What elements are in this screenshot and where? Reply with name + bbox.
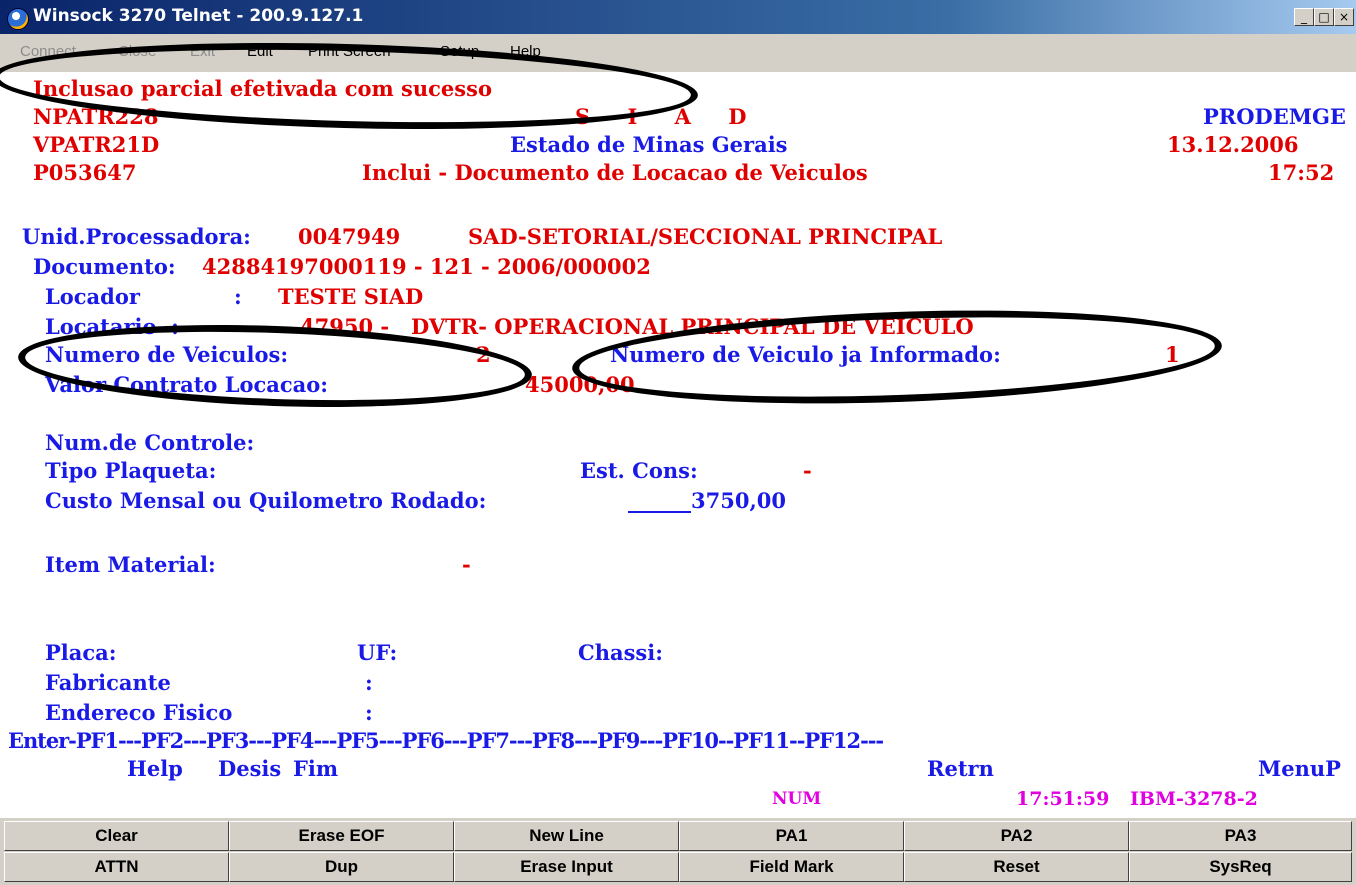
maximize-button[interactable]: □ xyxy=(1314,8,1334,26)
endereco-label: Endereco Fisico xyxy=(45,700,233,725)
screen-id: VPATR21D xyxy=(33,132,160,157)
pf-key-line: Enter-PF1---PF2---PF3---PF4---PF5---PF6-… xyxy=(8,728,884,753)
time: 17:52 xyxy=(1268,160,1335,185)
keypad: Clear Erase EOF New Line PA1 PA2 PA3 ATT… xyxy=(0,816,1356,885)
dup-key[interactable]: Dup xyxy=(229,852,454,882)
pa3-key[interactable]: PA3 xyxy=(1129,821,1352,851)
locador-label: Locador xyxy=(45,284,140,309)
field-mark-key[interactable]: Field Mark xyxy=(679,852,904,882)
pf12-menup: MenuP xyxy=(1258,756,1341,781)
plaqueta-label: Tipo Plaqueta: xyxy=(45,458,217,483)
function-title: Inclui - Documento de Locacao de Veiculo… xyxy=(362,160,868,185)
reset-key[interactable]: Reset xyxy=(904,852,1129,882)
documento-value: 42884197000119 - 121 - 2006/000002 xyxy=(202,254,651,279)
new-line-key[interactable]: New Line xyxy=(454,821,679,851)
pa1-key[interactable]: PA1 xyxy=(679,821,904,851)
pf9-retrn: Retrn xyxy=(927,756,994,781)
num-lock-indicator: NUM xyxy=(772,789,822,809)
org-name: PRODEMGE xyxy=(1203,104,1346,129)
date: 13.12.2006 xyxy=(1167,132,1299,157)
unid-name: SAD-SETORIAL/SECCIONAL PRINCIPAL xyxy=(468,224,943,249)
custo-input[interactable]: ______3750,00 xyxy=(628,486,786,516)
unid-code: 0047949 xyxy=(298,224,401,249)
uf-label: UF: xyxy=(357,640,398,665)
pa2-key[interactable]: PA2 xyxy=(904,821,1129,851)
endereco-separator: : xyxy=(365,700,373,725)
attn-key[interactable]: ATTN xyxy=(4,852,229,882)
status-clock: 17:51:59 xyxy=(1016,788,1110,810)
item-material-label: Item Material: xyxy=(45,552,216,577)
fabricante-label: Fabricante xyxy=(45,670,171,695)
unid-label: Unid.Processadora: xyxy=(22,224,251,249)
pf1-help: Help xyxy=(127,756,183,781)
pf2-desis: Desis xyxy=(218,756,282,781)
terminal-screen[interactable]: Inclusao parcial efetivada com sucesso N… xyxy=(0,34,1356,816)
controle-label: Num.de Controle: xyxy=(45,430,255,455)
est-cons-value: - xyxy=(803,458,812,483)
placa-label: Placa: xyxy=(45,640,117,665)
documento-label: Documento: xyxy=(33,254,176,279)
pf3-fim: Fim xyxy=(293,756,339,781)
winsock-app-icon[interactable] xyxy=(7,8,29,30)
terminal-type: IBM-3278-2 xyxy=(1130,788,1258,810)
window-title: Winsock 3270 Telnet - 200.9.127.1 xyxy=(33,6,364,26)
clear-key[interactable]: Clear xyxy=(4,821,229,851)
chassi-label: Chassi: xyxy=(578,640,663,665)
est-cons-label: Est. Cons: xyxy=(580,458,698,483)
close-button[interactable]: × xyxy=(1334,8,1354,26)
erase-eof-key[interactable]: Erase EOF xyxy=(229,821,454,851)
sysreq-key[interactable]: SysReq xyxy=(1129,852,1352,882)
locador-separator: : xyxy=(234,284,242,309)
fabricante-separator: : xyxy=(365,670,373,695)
title-bar: Winsock 3270 Telnet - 200.9.127.1 _ □ × xyxy=(0,0,1356,34)
erase-input-key[interactable]: Erase Input xyxy=(454,852,679,882)
item-material-value[interactable]: - xyxy=(462,550,471,580)
state-name: Estado de Minas Gerais xyxy=(510,132,788,157)
locador-value: TESTE SIAD xyxy=(278,284,424,309)
custo-label: Custo Mensal ou Quilometro Rodado: xyxy=(45,488,487,513)
user-id: P053647 xyxy=(33,160,137,185)
minimize-button[interactable]: _ xyxy=(1294,8,1314,26)
